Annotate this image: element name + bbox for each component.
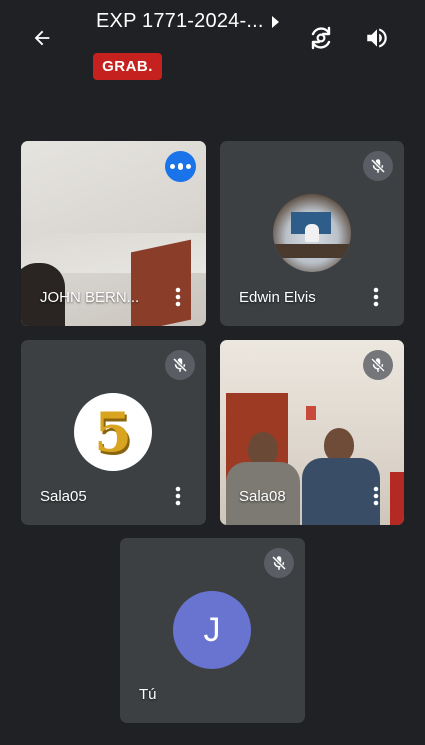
mic-off-icon	[264, 548, 294, 578]
mic-off-icon	[165, 350, 195, 380]
participant-tile[interactable]: JOHN BERN...	[21, 141, 206, 326]
more-vert-icon	[373, 486, 379, 506]
participant-name: Sala08	[239, 488, 286, 505]
meeting-title[interactable]: EXP 1771-2024-...	[96, 10, 264, 33]
participant-tile[interactable]: Edwin Elvis	[220, 141, 404, 326]
participant-tile[interactable]: 5 Sala05	[21, 340, 206, 525]
more-vert-icon	[175, 486, 181, 506]
speaking-indicator-icon	[165, 151, 196, 182]
recording-badge: GRAB.	[93, 53, 162, 80]
participant-name: Edwin Elvis	[239, 289, 316, 306]
participant-tile[interactable]: Sala08	[220, 340, 404, 525]
self-tile[interactable]: J Tú	[120, 538, 305, 723]
more-vert-icon	[175, 287, 181, 307]
more-options-button[interactable]	[168, 484, 188, 508]
participant-name: JOHN BERN...	[40, 289, 140, 306]
avatar	[273, 194, 351, 272]
avatar: 5	[74, 393, 152, 471]
more-vert-icon	[373, 287, 379, 307]
more-options-button[interactable]	[366, 285, 386, 309]
caret-right-icon	[272, 16, 279, 28]
more-options-button[interactable]	[366, 484, 386, 508]
back-button[interactable]	[26, 22, 58, 54]
avatar: J	[173, 591, 251, 669]
arrow-back-icon	[34, 30, 50, 46]
audio-output-button[interactable]	[360, 21, 394, 55]
meeting-details-arrow[interactable]	[268, 14, 282, 30]
participant-name: Sala05	[40, 488, 87, 505]
avatar-number: 5	[94, 400, 132, 464]
switch-camera-button[interactable]	[304, 21, 338, 55]
mic-off-icon	[363, 151, 393, 181]
participant-name: Tú	[139, 686, 157, 703]
more-options-button[interactable]	[168, 285, 188, 309]
meeting-screen: EXP 1771-2024-... GRAB. JOHN BERN... Edw…	[0, 0, 425, 745]
switch-camera-icon	[311, 26, 331, 50]
mic-off-icon	[363, 350, 393, 380]
volume-icon	[367, 28, 387, 48]
